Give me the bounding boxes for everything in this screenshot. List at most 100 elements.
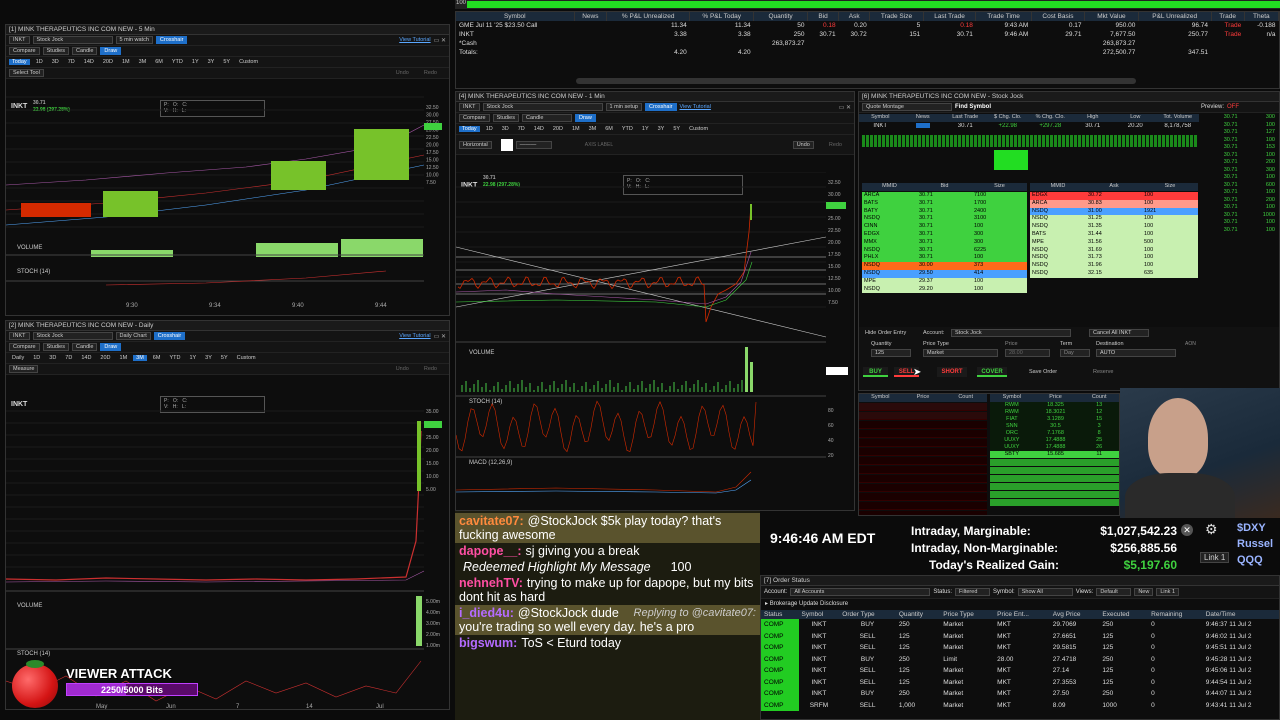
symbol-select[interactable]: INKT <box>9 36 30 44</box>
scanner-row[interactable]: SBTY 15.685 11 <box>990 451 1119 458</box>
scanner-row[interactable] <box>990 499 1119 506</box>
candle-select[interactable]: Candle <box>71 47 98 55</box>
compare-select[interactable]: Compare <box>9 343 40 351</box>
watchlist-col-header[interactable]: Symbol <box>456 12 575 21</box>
short-button[interactable]: SHORT <box>937 367 967 377</box>
draw-button[interactable]: Draw <box>100 343 122 351</box>
watchlist-col-header[interactable]: Mkt Value <box>1084 12 1139 21</box>
scanner-row[interactable]: UUXY 17.4888 26 <box>990 444 1119 451</box>
watchlist-col-header[interactable]: Ask <box>838 12 871 21</box>
order-col-header[interactable]: Symbol <box>798 610 840 619</box>
scanner-row[interactable] <box>859 475 987 483</box>
order-col-header[interactable]: Avg Price <box>1049 610 1100 619</box>
scanner-row[interactable] <box>859 493 987 501</box>
news-icon[interactable] <box>915 123 930 128</box>
candle-select[interactable]: Candle <box>71 343 98 351</box>
order-row[interactable]: COMP INKT SELL 125 Market MKT 27.3553 125 0 9:44:… <box>761 676 1279 688</box>
scanner-row[interactable] <box>859 439 987 447</box>
interval-select[interactable]: Daily Chart <box>115 332 151 340</box>
timeframe-ytd[interactable]: YTD <box>619 126 636 132</box>
view-tutorial-link[interactable]: View Tutorial <box>399 37 430 43</box>
symbol-select[interactable]: INKT <box>459 103 480 111</box>
ask-row[interactable]: EDGX 30.72 100 <box>1030 192 1198 200</box>
bid-row[interactable]: EDGX 30.71 300 <box>862 230 1027 239</box>
watchlist-scrollbar[interactable] <box>576 78 1136 84</box>
measure-dropdown[interactable]: Measure <box>9 365 39 373</box>
timeframe-14d[interactable]: 14D <box>531 126 547 132</box>
close-icon[interactable]: ✕ <box>1181 524 1193 536</box>
scanner-row[interactable] <box>859 412 987 420</box>
aon-checkbox[interactable]: AON <box>1185 341 1196 347</box>
timeframe-1m[interactable]: 1M <box>117 355 131 361</box>
timeframe-20d[interactable]: 20D <box>100 59 116 65</box>
studies-select[interactable]: Studies <box>492 114 519 122</box>
undo-button[interactable]: Undo <box>396 70 409 76</box>
watchlist-col-header[interactable]: Bid <box>807 12 840 21</box>
candle-select[interactable]: Candle <box>521 114 572 122</box>
scanner-row[interactable]: UUXY 17.4888 25 <box>990 437 1119 444</box>
price-type-select[interactable]: Market <box>923 349 998 357</box>
order-col-header[interactable]: Price Ent... <box>994 610 1050 619</box>
scanner-row[interactable] <box>990 475 1119 482</box>
cover-button[interactable]: COVER <box>977 367 1007 377</box>
timeframe-3d[interactable]: 3D <box>499 126 512 132</box>
price-input[interactable]: 28.00 <box>1005 349 1050 357</box>
timeframe-6m[interactable]: 6M <box>152 59 166 65</box>
timeframe-daily[interactable]: Daily <box>9 355 27 361</box>
bid-row[interactable]: MMX 30.71 300 <box>862 238 1027 247</box>
layout-select[interactable]: Stock Jock <box>32 332 113 340</box>
redo-button[interactable]: Redo <box>412 366 449 372</box>
timeframe-7d[interactable]: 7D <box>515 126 528 132</box>
studies-select[interactable]: Studies <box>42 343 69 351</box>
ask-row[interactable]: NSDQ 32.15 635 <box>1030 269 1198 278</box>
new-button[interactable]: New <box>1134 588 1154 596</box>
order-col-header[interactable]: Order Type <box>839 610 896 619</box>
layout-select[interactable]: Stock Jock <box>32 36 113 44</box>
axis-label-toggle[interactable]: AXIS LABEL <box>585 142 613 148</box>
timeframe-5y[interactable]: 5Y <box>218 355 231 361</box>
timeframe-custom[interactable]: Custom <box>236 59 261 65</box>
interval-select[interactable]: 1 min setup <box>605 103 642 111</box>
order-row[interactable]: COMP INKT BUY 250 Market MKT 29.7069 250 0 9:46:3… <box>761 619 1279 631</box>
watchlist-row[interactable]: INKT 3.38 3.38 250 30.71 30.72 151 30.71 9:46 AM… <box>456 30 1279 39</box>
line-style-select[interactable]: ——— <box>515 140 552 149</box>
crosshair-button[interactable]: Crosshair <box>644 103 677 111</box>
scanner-row[interactable] <box>859 421 987 429</box>
scanner-row[interactable] <box>990 491 1119 498</box>
timeframe-1d[interactable]: 1D <box>30 355 43 361</box>
status-select[interactable]: Filtered <box>955 588 991 596</box>
timeframe-3m[interactable]: 3M <box>133 355 147 361</box>
watchlist-col-header[interactable]: Trade Time <box>975 12 1032 21</box>
ask-row[interactable]: MPE 31.56 500 <box>1030 238 1198 247</box>
timeframe-20d[interactable]: 20D <box>550 126 566 132</box>
order-col-header[interactable]: Executed <box>1099 610 1149 619</box>
timeframe-7d[interactable]: 7D <box>62 355 75 361</box>
timeframe-1y[interactable]: 1Y <box>639 126 652 132</box>
watchlist-col-header[interactable]: Cost Basis <box>1031 12 1086 21</box>
bid-row[interactable]: BATY 30.71 2400 <box>862 207 1027 216</box>
buy-button[interactable]: BUY <box>863 367 888 377</box>
redo-button[interactable]: Redo <box>412 70 449 76</box>
timeframe-3y[interactable]: 3Y <box>205 59 218 65</box>
order-col-header[interactable]: Date/Time <box>1202 610 1279 619</box>
ask-row[interactable]: NSDQ 31.00 1921 <box>1030 207 1198 216</box>
bid-row[interactable]: MPE 29.37 100 <box>862 277 1027 286</box>
gear-icon[interactable]: ⚙ <box>1205 521 1218 538</box>
view-tutorial-link[interactable]: View Tutorial <box>680 104 711 110</box>
bid-row[interactable]: BATS 30.71 1700 <box>862 199 1027 208</box>
scanner-row[interactable]: FIAT 3.1289 15 <box>990 416 1119 423</box>
order-row[interactable]: COMP INKT SELL 125 Market MKT 29.5815 125 0 9:45:… <box>761 642 1279 654</box>
scanner-row[interactable] <box>990 459 1119 466</box>
scanner-row[interactable] <box>859 511 987 515</box>
scanner-row[interactable] <box>859 502 987 510</box>
window-controls-icon[interactable]: ▭ ✕ <box>434 37 449 44</box>
timeframe-14d[interactable]: 14D <box>81 59 97 65</box>
watchlist-col-header[interactable]: News <box>574 12 608 21</box>
view-tutorial-link[interactable]: View Tutorial <box>399 333 430 339</box>
undo-button[interactable]: Undo <box>396 366 409 372</box>
scanner-row[interactable] <box>859 466 987 474</box>
watchlist-col-header[interactable]: P&L Unrealized <box>1138 12 1212 21</box>
timeframe-3m[interactable]: 3M <box>136 59 150 65</box>
horizontal-dropdown[interactable]: Horizontal <box>459 140 492 149</box>
order-row[interactable]: COMP INKT BUY 250 Market MKT 27.50 250 0 9:44:07 … <box>761 688 1279 700</box>
